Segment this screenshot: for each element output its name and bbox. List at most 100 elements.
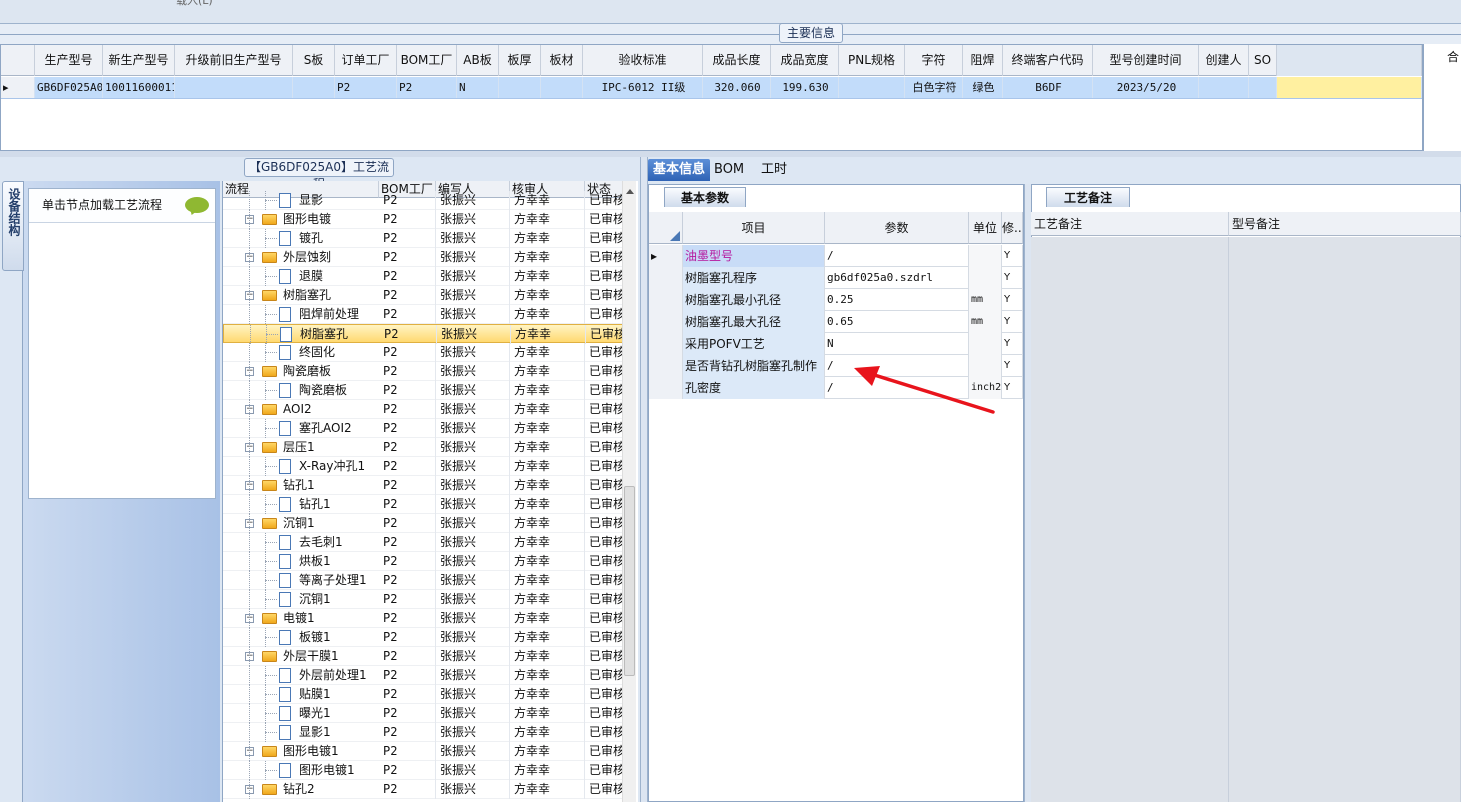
grid-cell[interactable] bbox=[839, 77, 905, 98]
tree-row[interactable]: 烘板1 P2 张振兴 方幸幸 已审核 bbox=[223, 552, 623, 571]
grid-cell[interactable] bbox=[1199, 77, 1249, 98]
flow-tree-grid[interactable]: 流程 BOM工厂 编写人 核审人 状态 显影 P2 张振兴 方幸幸 已审核 − 图形电镀 P2 张振兴 方幸… bbox=[222, 181, 638, 802]
tree-row[interactable]: − 沉铜1 P2 张振兴 方幸幸 已审核 bbox=[223, 514, 623, 533]
main-info-grid[interactable]: 生产型号 新生产型号 升级前旧生产型号 S板 订单工厂 BOM工厂 AB板 板厚 板材 验收标准成… bbox=[0, 44, 1423, 151]
column-header[interactable]: 创建人 bbox=[1199, 45, 1249, 76]
row-indicator[interactable] bbox=[649, 355, 683, 377]
params-row[interactable]: 采用POFV工艺 N Y bbox=[649, 333, 1023, 355]
grid-cell[interactable]: GB6DF025A0 bbox=[35, 77, 103, 98]
tab-basic-info[interactable]: 基本信息 bbox=[648, 159, 710, 181]
params-column-header[interactable]: 参数 bbox=[825, 212, 969, 244]
row-indicator[interactable] bbox=[649, 289, 683, 311]
toolbar-cut-text[interactable]: 载入(L) bbox=[176, 0, 213, 8]
column-header[interactable]: 订单工厂 bbox=[335, 45, 397, 76]
tree-row[interactable]: 树脂塞孔 P2 张振兴 方幸幸 已审核 bbox=[223, 324, 624, 344]
tree-row[interactable]: 贴膜1 P2 张振兴 方幸幸 已审核 bbox=[223, 685, 623, 704]
column-header[interactable]: 阻焊 bbox=[963, 45, 1003, 76]
params-column-header[interactable]: 修... bbox=[1002, 212, 1023, 244]
column-header[interactable]: 板材 bbox=[541, 45, 583, 76]
tree-row[interactable]: − 电镀1 P2 张振兴 方幸幸 已审核 bbox=[223, 609, 623, 628]
params-column-header[interactable]: 项目 bbox=[683, 212, 825, 244]
column-header[interactable]: 验收标准 bbox=[583, 45, 703, 76]
notes-column-body[interactable] bbox=[1229, 237, 1461, 802]
grid-cell[interactable]: B6DF bbox=[1003, 77, 1093, 98]
params-row[interactable]: 树脂塞孔最大孔径 0.65 mm Y bbox=[649, 311, 1023, 333]
column-header[interactable]: 字符 bbox=[905, 45, 963, 76]
scroll-up-icon[interactable] bbox=[626, 185, 634, 194]
notes-grid[interactable]: 工艺备注 型号备注 bbox=[1031, 212, 1461, 802]
grid-cell[interactable]: 2023/5/20 bbox=[1093, 77, 1199, 98]
column-header[interactable]: AB板 bbox=[457, 45, 499, 76]
tree-row[interactable]: 显影1 P2 张振兴 方幸幸 已审核 bbox=[223, 723, 623, 742]
param-value[interactable]: 0.65 bbox=[825, 311, 969, 333]
column-header[interactable]: 成品长度 bbox=[703, 45, 771, 76]
tab-work-hours[interactable]: 工时 bbox=[754, 159, 794, 181]
column-header[interactable]: S板 bbox=[293, 45, 335, 76]
grid-cell[interactable]: 绿色 bbox=[963, 77, 1003, 98]
grid-cell[interactable]: P2 bbox=[335, 77, 397, 98]
tree-row[interactable]: 板镀1 P2 张振兴 方幸幸 已审核 bbox=[223, 628, 623, 647]
tree-row[interactable]: 阻焊前处理 P2 张振兴 方幸幸 已审核 bbox=[223, 305, 623, 324]
grid-cell[interactable]: IPC-6012 II级 bbox=[583, 77, 703, 98]
params-column-header[interactable]: 单位 bbox=[969, 212, 1002, 244]
params-row[interactable]: 树脂塞孔程序 gb6df025a0.szdrl Y bbox=[649, 267, 1023, 289]
grid-cell[interactable]: N bbox=[457, 77, 499, 98]
tree-row[interactable]: 图形电镀1 P2 张振兴 方幸幸 已审核 bbox=[223, 761, 623, 780]
grid-cell[interactable] bbox=[1249, 77, 1277, 98]
grid-cell[interactable]: 白色字符 bbox=[905, 77, 963, 98]
tree-row[interactable]: 沉铜1 P2 张振兴 方幸幸 已审核 bbox=[223, 590, 623, 609]
column-header[interactable]: 板厚 bbox=[499, 45, 541, 76]
tree-row[interactable]: − 钻孔2 P2 张振兴 方幸幸 已审核 bbox=[223, 780, 623, 799]
column-header[interactable]: PNL规格 bbox=[839, 45, 905, 76]
column-header[interactable]: 生产型号 bbox=[35, 45, 103, 76]
notes-column-body[interactable] bbox=[1031, 237, 1229, 802]
tree-row[interactable]: 塞孔AOI2 P2 张振兴 方幸幸 已审核 bbox=[223, 419, 623, 438]
notes-column-header[interactable]: 工艺备注 bbox=[1031, 212, 1229, 236]
param-value[interactable]: N bbox=[825, 333, 969, 355]
tree-row[interactable]: − 树脂塞孔 P2 张振兴 方幸幸 已审核 bbox=[223, 286, 623, 305]
tree-row[interactable]: − AOI2 P2 张振兴 方幸幸 已审核 bbox=[223, 400, 623, 419]
tab-bom[interactable]: BOM bbox=[714, 159, 744, 181]
column-header[interactable]: 新生产型号 bbox=[103, 45, 175, 76]
param-value[interactable]: 0.25 bbox=[825, 289, 969, 311]
grid-cell[interactable]: P2 bbox=[397, 77, 457, 98]
grid-cell[interactable] bbox=[175, 77, 293, 98]
grid-cell[interactable] bbox=[541, 77, 583, 98]
column-header[interactable]: 型号创建时间 bbox=[1093, 45, 1199, 76]
grid-cell[interactable]: 199.630 bbox=[771, 77, 839, 98]
tree-row[interactable]: − 外层蚀刻 P2 张振兴 方幸幸 已审核 bbox=[223, 248, 623, 267]
notes-column-header[interactable]: 型号备注 bbox=[1229, 212, 1461, 236]
tree-row[interactable]: 陶瓷磨板 P2 张振兴 方幸幸 已审核 bbox=[223, 381, 623, 400]
tree-row[interactable]: 退膜 P2 张振兴 方幸幸 已审核 bbox=[223, 267, 623, 286]
tree-row[interactable]: − 钻孔1 P2 张振兴 方幸幸 已审核 bbox=[223, 476, 623, 495]
tree-row[interactable]: − 图形电镀1 P2 张振兴 方幸幸 已审核 bbox=[223, 742, 623, 761]
params-row[interactable]: 树脂塞孔最小孔径 0.25 mm Y bbox=[649, 289, 1023, 311]
nav-hint-box[interactable]: 单击节点加载工艺流程 bbox=[28, 188, 216, 499]
row-indicator[interactable] bbox=[649, 311, 683, 333]
tree-row[interactable]: − 陶瓷磨板 P2 张振兴 方幸幸 已审核 bbox=[223, 362, 623, 381]
column-header[interactable]: 终端客户代码 bbox=[1003, 45, 1093, 76]
params-row[interactable]: ▸ 油墨型号 / Y bbox=[649, 245, 1023, 267]
tab-process-notes[interactable]: 工艺备注 bbox=[1046, 187, 1130, 207]
notes-splitter[interactable] bbox=[1024, 184, 1031, 802]
main-info-row[interactable]: ▸GB6DF025A010011600011442P2P2NIPC-6012 I… bbox=[1, 77, 1422, 99]
tab-basic-params[interactable]: 基本参数 bbox=[664, 187, 746, 207]
column-header[interactable]: 成品宽度 bbox=[771, 45, 839, 76]
vertical-splitter[interactable] bbox=[640, 157, 648, 802]
column-header[interactable]: 升级前旧生产型号 bbox=[175, 45, 293, 76]
param-value[interactable]: gb6df025a0.szdrl bbox=[825, 267, 969, 289]
tree-row[interactable]: 去毛刺1 P2 张振兴 方幸幸 已审核 bbox=[223, 533, 623, 552]
tree-row[interactable]: 外层前处理1 P2 张振兴 方幸幸 已审核 bbox=[223, 666, 623, 685]
tree-row[interactable]: − 图形电镀 P2 张振兴 方幸幸 已审核 bbox=[223, 210, 623, 229]
tree-row[interactable]: − 外层干膜1 P2 张振兴 方幸幸 已审核 bbox=[223, 647, 623, 666]
grid-cell[interactable]: 10011600011442 bbox=[103, 77, 175, 98]
row-indicator[interactable]: ▸ bbox=[1, 77, 35, 98]
tree-row[interactable]: 等离子处理1 P2 张振兴 方幸幸 已审核 bbox=[223, 571, 623, 590]
grid-cell[interactable] bbox=[499, 77, 541, 98]
tree-row[interactable]: 终固化 P2 张振兴 方幸幸 已审核 bbox=[223, 343, 623, 362]
tree-row[interactable]: 曝光1 P2 张振兴 方幸幸 已审核 bbox=[223, 704, 623, 723]
tree-row[interactable]: 钻孔1 P2 张振兴 方幸幸 已审核 bbox=[223, 495, 623, 514]
row-indicator[interactable] bbox=[649, 333, 683, 355]
column-header[interactable]: SO bbox=[1249, 45, 1277, 76]
column-header[interactable]: BOM工厂 bbox=[397, 45, 457, 76]
